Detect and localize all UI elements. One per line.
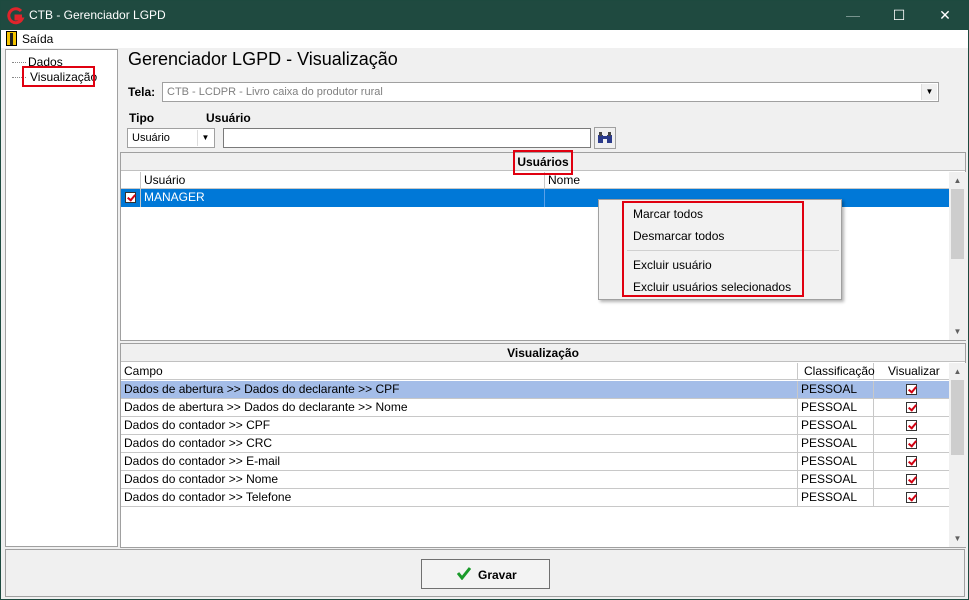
page-title: Gerenciador LGPD - Visualização (128, 49, 398, 69)
screen-select-value: CTB - LCDPR - Livro caixa do produtor ru… (167, 86, 383, 98)
table-row[interactable]: Dados do contador >> CPF PESSOAL (121, 417, 949, 435)
header-classificacao[interactable]: Classificação (798, 363, 875, 380)
row-visible-cell[interactable] (874, 399, 949, 417)
menu-bar: Saída (1, 30, 968, 48)
view-panel-title: Visualização (121, 344, 965, 362)
visible-checkbox[interactable] (906, 456, 917, 468)
close-button[interactable]: ✕ (922, 1, 968, 30)
visible-checkbox[interactable] (906, 492, 917, 504)
header-campo[interactable]: Campo (121, 363, 798, 380)
user-label: Usuário (206, 111, 251, 125)
binoculars-icon (598, 132, 612, 143)
scroll-down-icon[interactable]: ▼ (949, 323, 966, 340)
row-classification: PESSOAL (798, 435, 874, 453)
title-bar[interactable]: CTB - Gerenciador LGPD — ☐ ✕ (1, 1, 968, 30)
scroll-down-icon[interactable]: ▼ (949, 530, 966, 547)
green-check-icon (457, 567, 471, 580)
row-classification: PESSOAL (798, 471, 874, 489)
table-row[interactable]: Dados do contador >> Telefone PESSOAL (121, 489, 949, 507)
type-label: Tipo (129, 111, 155, 125)
search-button[interactable] (594, 127, 616, 149)
row-field: Dados do contador >> E-mail (121, 453, 798, 471)
type-select-value: Usuário (132, 132, 170, 144)
row-visible-cell[interactable] (874, 453, 949, 471)
scroll-thumb[interactable] (951, 380, 964, 455)
table-row[interactable]: Dados de abertura >> Dados do declarante… (121, 399, 949, 417)
users-scrollbar[interactable]: ▲ ▼ (949, 172, 966, 340)
app-window: CTB - Gerenciador LGPD — ☐ ✕ Saída Dados… (0, 0, 969, 600)
table-row[interactable]: Dados do contador >> CRC PESSOAL (121, 435, 949, 453)
chevron-down-icon[interactable]: ▼ (197, 130, 213, 146)
row-check-cell[interactable] (121, 189, 141, 207)
header-check (121, 172, 141, 189)
visible-checkbox[interactable] (906, 384, 917, 396)
window-title: CTB - Gerenciador LGPD (29, 8, 166, 22)
minimize-button[interactable]: — (830, 1, 876, 30)
header-nome[interactable]: Nome (545, 172, 949, 189)
row-classification: PESSOAL (798, 489, 874, 507)
row-field: Dados de abertura >> Dados do declarante… (121, 381, 798, 399)
scroll-up-icon[interactable]: ▲ (949, 363, 966, 380)
row-visible-cell[interactable] (874, 417, 949, 435)
app-logo-icon (7, 7, 25, 25)
view-table-header: Campo Classificação Visualizar (121, 363, 949, 380)
row-visible-cell[interactable] (874, 489, 949, 507)
row-checkbox[interactable] (125, 192, 136, 204)
door-exit-icon[interactable] (6, 31, 17, 46)
save-button-label: Gravar (478, 568, 517, 582)
type-select[interactable]: Usuário ▼ (127, 128, 215, 148)
scroll-thumb[interactable] (951, 189, 964, 259)
save-button[interactable]: Gravar (421, 559, 550, 589)
row-field: Dados do contador >> Nome (121, 471, 798, 489)
user-input[interactable] (223, 128, 591, 148)
screen-label: Tela: (128, 85, 156, 99)
annotation-box-tree (22, 66, 95, 87)
row-classification: PESSOAL (798, 399, 874, 417)
visible-checkbox[interactable] (906, 420, 917, 432)
row-user: MANAGER (141, 189, 545, 207)
row-field: Dados do contador >> CPF (121, 417, 798, 435)
table-row[interactable]: Dados do contador >> Nome PESSOAL (121, 471, 949, 489)
visible-checkbox[interactable] (906, 474, 917, 486)
row-field: Dados do contador >> Telefone (121, 489, 798, 507)
header-usuario[interactable]: Usuário (141, 172, 545, 189)
annotation-box-users (513, 150, 573, 175)
header-visualizar[interactable]: Visualizar (874, 363, 949, 380)
menu-exit[interactable]: Saída (22, 32, 53, 46)
row-classification: PESSOAL (798, 453, 874, 471)
chevron-down-icon[interactable]: ▼ (921, 84, 937, 100)
table-row[interactable]: Dados do contador >> E-mail PESSOAL (121, 453, 949, 471)
maximize-button[interactable]: ☐ (876, 1, 922, 30)
view-scrollbar[interactable]: ▲ ▼ (949, 363, 966, 547)
scroll-up-icon[interactable]: ▲ (949, 172, 966, 189)
row-visible-cell[interactable] (874, 435, 949, 453)
row-classification: PESSOAL (798, 417, 874, 435)
visible-checkbox[interactable] (906, 402, 917, 414)
row-visible-cell[interactable] (874, 381, 949, 399)
row-visible-cell[interactable] (874, 471, 949, 489)
row-field: Dados de abertura >> Dados do declarante… (121, 399, 798, 417)
navigation-tree: Dados Visualização (5, 49, 118, 547)
screen-select[interactable]: CTB - LCDPR - Livro caixa do produtor ru… (162, 82, 939, 102)
row-classification: PESSOAL (798, 381, 874, 399)
table-row[interactable]: Dados de abertura >> Dados do declarante… (121, 381, 949, 399)
tree-connector (12, 62, 26, 64)
row-field: Dados do contador >> CRC (121, 435, 798, 453)
annotation-box-context-menu (622, 201, 804, 297)
view-panel: Visualização Campo Classificação Visuali… (120, 343, 966, 548)
visible-checkbox[interactable] (906, 438, 917, 450)
